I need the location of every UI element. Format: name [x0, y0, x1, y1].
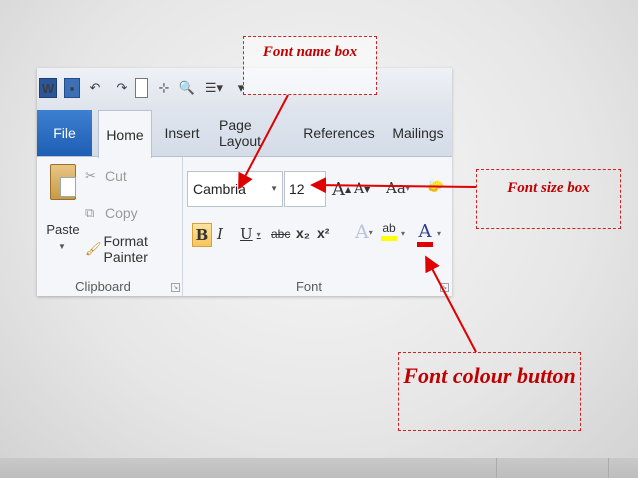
font-name-box-callout: Font name box: [243, 36, 377, 95]
font-colour-button-callout: Font colour button: [398, 352, 581, 431]
tab-home[interactable]: Home: [98, 110, 152, 158]
font-colour-arrow: [425, 255, 477, 353]
font-name-arrow: [238, 94, 289, 190]
font-size-arrow: [310, 177, 477, 194]
font-size-box-callout: Font size box: [476, 169, 621, 229]
